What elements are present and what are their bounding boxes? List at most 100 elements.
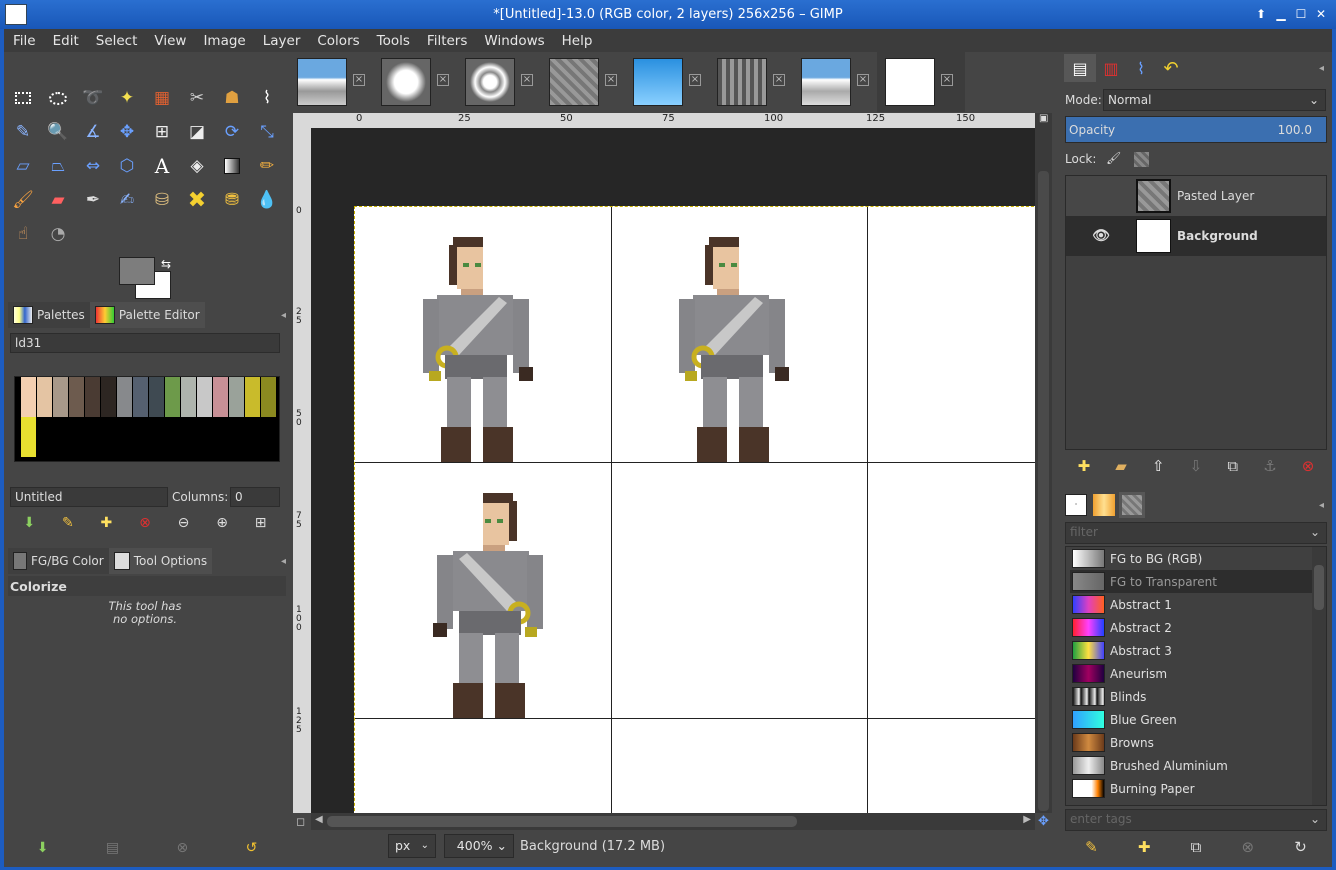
tab-undo-history[interactable]: ↶: [1156, 58, 1186, 79]
window-close-icon[interactable]: ✕: [1314, 0, 1328, 29]
tab-paths[interactable]: ⌇: [1126, 59, 1156, 78]
menu-edit[interactable]: Edit: [44, 33, 87, 49]
delete-color-icon[interactable]: ⊗: [139, 515, 151, 531]
image-tab-thumb[interactable]: [465, 58, 515, 106]
heal-icon[interactable]: ✖: [180, 183, 214, 217]
image-content[interactable]: [354, 206, 1035, 813]
image-tab-thumb[interactable]: [549, 58, 599, 106]
menu-layer[interactable]: Layer: [254, 33, 309, 49]
image-tab-thumb[interactable]: [297, 58, 347, 106]
window-up-icon[interactable]: ⬆: [1254, 0, 1268, 29]
menu-select[interactable]: Select: [87, 33, 146, 49]
palette-swatch[interactable]: [197, 377, 212, 417]
window-minimize-icon[interactable]: ▁: [1274, 0, 1288, 29]
gradient-item[interactable]: Burning Paper: [1070, 777, 1312, 800]
edit-color-icon[interactable]: ✎: [62, 515, 74, 531]
palette-title-field[interactable]: Untitled: [10, 487, 168, 507]
tab-channels[interactable]: ▥: [1096, 59, 1126, 78]
bucket-fill-icon[interactable]: ◈: [180, 149, 214, 183]
delete-layer-icon[interactable]: ⊗: [1302, 457, 1315, 475]
navigate-icon[interactable]: ▣: [1039, 113, 1048, 124]
dock-menu-icon[interactable]: ◂: [281, 310, 286, 321]
tags-field[interactable]: enter tags ⌄: [1065, 809, 1327, 831]
foreground-select-icon[interactable]: ☗: [215, 81, 249, 115]
gradient-item[interactable]: Blinds: [1070, 685, 1312, 708]
perspective-clone-icon[interactable]: ⛃: [215, 183, 249, 217]
flip-icon[interactable]: ⇔: [76, 149, 110, 183]
palette-swatch[interactable]: [213, 377, 228, 417]
tab-patterns[interactable]: [1093, 494, 1115, 516]
close-tab-icon[interactable]: ×: [437, 74, 449, 86]
gradient-item[interactable]: Blue Green: [1070, 708, 1312, 731]
tab-fg-bg-color[interactable]: FG/BG Color: [8, 548, 109, 574]
palette-swatch[interactable]: [149, 377, 164, 417]
scroll-left-icon[interactable]: ◀: [315, 814, 323, 825]
dock-menu-icon[interactable]: ◂: [1319, 500, 1324, 511]
tab-palette-editor[interactable]: Palette Editor: [89, 302, 205, 328]
zoom-all-icon[interactable]: ⊞: [255, 515, 267, 531]
save-palette-icon[interactable]: ⬇: [23, 515, 35, 531]
anchor-layer-icon[interactable]: ⚓: [1263, 457, 1276, 475]
gradient-item[interactable]: FG to BG (RGB): [1070, 547, 1312, 570]
columns-spin[interactable]: 0: [230, 487, 280, 507]
new-color-icon[interactable]: ✚: [101, 515, 113, 531]
gradients-filter-field[interactable]: filter ⌄: [1065, 522, 1327, 544]
palette-swatch[interactable]: [117, 377, 132, 417]
airbrush-icon[interactable]: ✒: [76, 183, 110, 217]
close-tab-icon[interactable]: ×: [605, 74, 617, 86]
crop-icon[interactable]: ◪: [180, 115, 214, 149]
measure-icon[interactable]: ∡: [76, 115, 110, 149]
tab-layers[interactable]: ▤: [1064, 54, 1096, 82]
zoom-icon[interactable]: 🔍: [41, 115, 75, 149]
color-picker-icon[interactable]: ✎: [6, 115, 40, 149]
close-tab-icon[interactable]: ×: [689, 74, 701, 86]
tab-gradients[interactable]: [1119, 492, 1145, 518]
fuzzy-select-icon[interactable]: ✦: [110, 81, 144, 115]
close-tab-icon[interactable]: ×: [773, 74, 785, 86]
align-icon[interactable]: ⊞: [145, 115, 179, 149]
image-tab-thumb[interactable]: [633, 58, 683, 106]
text-icon[interactable]: A: [145, 149, 179, 183]
image-tab-thumb[interactable]: [381, 58, 431, 106]
tab-brushes[interactable]: ·: [1065, 494, 1087, 516]
palette-swatch[interactable]: [245, 377, 260, 417]
dodge-burn-icon[interactable]: ◔: [41, 217, 75, 251]
close-tab-icon[interactable]: ×: [941, 74, 953, 86]
eraser-icon[interactable]: ▰: [41, 183, 75, 217]
duplicate-layer-icon[interactable]: ⧉: [1227, 457, 1238, 475]
zoom-combo[interactable]: 400% ⌄: [444, 834, 514, 858]
duplicate-gradient-icon[interactable]: ⧉: [1191, 838, 1202, 856]
horizontal-scrollbar[interactable]: ◀ ▶: [311, 813, 1035, 830]
lock-alpha-icon[interactable]: [1134, 152, 1149, 167]
image-tab-thumb[interactable]: [801, 58, 851, 106]
menu-colors[interactable]: Colors: [308, 33, 367, 49]
vertical-scroll-thumb[interactable]: [1038, 171, 1049, 811]
palette-swatch[interactable]: [181, 377, 196, 417]
select-by-color-icon[interactable]: ▦: [145, 81, 179, 115]
image-tab-thumb[interactable]: [717, 58, 767, 106]
tab-tool-options[interactable]: Tool Options: [108, 548, 213, 574]
ink-icon[interactable]: ✍: [110, 183, 144, 217]
image-canvas[interactable]: [311, 128, 1035, 813]
menu-file[interactable]: File: [4, 33, 44, 49]
layer-row-selected[interactable]: 👁 Background: [1066, 216, 1326, 256]
gradient-item[interactable]: Abstract 2: [1070, 616, 1312, 639]
palette-swatch[interactable]: [229, 377, 244, 417]
scissors-icon[interactable]: ✂: [180, 81, 214, 115]
gradient-item-selected[interactable]: FG to Transparent: [1070, 570, 1312, 593]
menu-filters[interactable]: Filters: [418, 33, 475, 49]
palette-swatch-grid[interactable]: [14, 376, 280, 462]
lower-layer-icon[interactable]: ⇩: [1190, 457, 1203, 475]
paths-icon[interactable]: ⌇: [250, 81, 284, 115]
edit-gradient-icon[interactable]: ✎: [1085, 838, 1098, 856]
menu-help[interactable]: Help: [553, 33, 601, 49]
close-tab-icon[interactable]: ×: [857, 74, 869, 86]
new-layer-icon[interactable]: ✚: [1078, 457, 1091, 475]
palette-swatch[interactable]: [133, 377, 148, 417]
navigate-preview-icon[interactable]: ✥: [1038, 814, 1049, 829]
blur-icon[interactable]: 💧: [250, 183, 284, 217]
perspective-icon[interactable]: ⏢: [41, 149, 75, 183]
menu-windows[interactable]: Windows: [475, 33, 552, 49]
mode-combo[interactable]: Normal ⌄: [1103, 89, 1326, 111]
palette-swatch[interactable]: [21, 417, 36, 457]
